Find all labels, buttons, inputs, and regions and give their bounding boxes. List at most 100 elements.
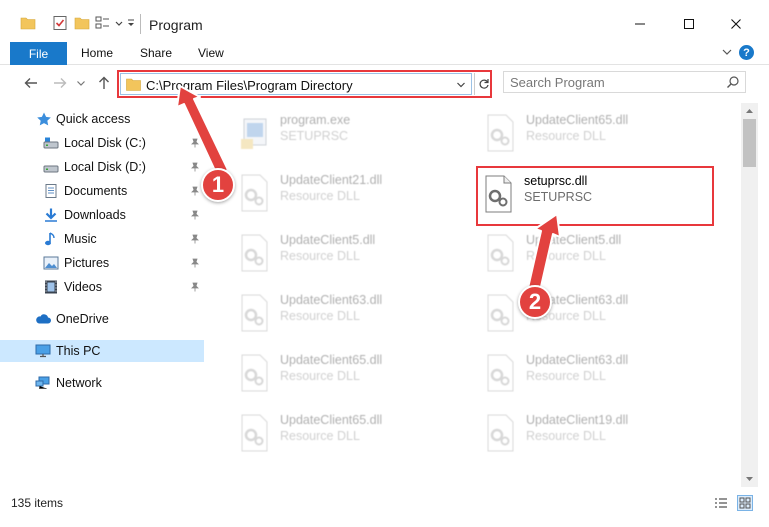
dll-file-icon	[241, 414, 268, 452]
chevron-down-icon[interactable]	[456, 80, 466, 90]
file-name: UpdateClient65.dll	[280, 413, 383, 427]
sidebar-item-this-pc[interactable]: This PC	[0, 340, 204, 362]
file-name: UpdateClient5.dll	[280, 233, 376, 247]
new-folder-icon[interactable]	[74, 15, 90, 31]
folder-icon[interactable]	[20, 15, 36, 31]
title-separator	[140, 14, 141, 34]
search-input[interactable]	[510, 74, 710, 90]
dll-file-icon	[241, 354, 268, 392]
dll-file-icon	[241, 174, 268, 212]
list-item[interactable]: UpdateClient63.dll Resource DLL	[478, 345, 718, 401]
view-options-icon[interactable]	[95, 15, 111, 31]
large-icons-view-icon	[739, 497, 751, 509]
sidebar-item-music[interactable]: Music	[0, 228, 204, 250]
file-description: Resource DLL	[280, 369, 360, 383]
forward-button[interactable]	[50, 73, 70, 93]
arrow-left-icon	[24, 78, 37, 88]
list-item[interactable]: UpdateClient5.dll Resource DLL	[478, 225, 718, 281]
pin-icon	[191, 258, 199, 268]
sidebar-item-label: This PC	[56, 344, 101, 358]
sidebar-item-label: Network	[56, 376, 102, 390]
list-item[interactable]: UpdateClient65.dll Resource DLL	[232, 405, 472, 461]
customize-toolbar-icon[interactable]	[126, 15, 136, 31]
file-description: SETUPRSC	[524, 190, 593, 204]
scroll-up-icon[interactable]	[745, 107, 754, 115]
tab-view[interactable]: View	[198, 46, 224, 60]
refresh-button[interactable]	[474, 73, 492, 95]
minimize-button[interactable]	[628, 12, 652, 36]
details-view-button[interactable]	[713, 495, 729, 511]
file-name: UpdateClient21.dll	[280, 173, 383, 187]
list-item[interactable]: UpdateClient21.dll Resource DLL	[232, 165, 472, 221]
file-name: UpdateClient65.dll	[526, 113, 629, 127]
file-description: Resource DLL	[526, 369, 606, 383]
tab-file[interactable]: File	[10, 42, 67, 65]
computer-icon	[35, 344, 51, 358]
search-box[interactable]	[503, 71, 746, 93]
dll-file-icon	[241, 234, 268, 272]
vertical-scrollbar[interactable]	[741, 103, 758, 487]
sidebar-item-network[interactable]: Network	[0, 372, 204, 394]
back-button[interactable]	[21, 73, 41, 93]
sidebar-item-label: Pictures	[64, 256, 110, 270]
sidebar-item-local-disk-c[interactable]: Local Disk (C:)	[0, 132, 204, 154]
list-item[interactable]: UpdateClient63.dll Resource DLL	[478, 285, 718, 341]
address-bar-highlight: C:\Program Files\Program Directory	[117, 70, 492, 98]
file-name: setuprsc.dll	[524, 174, 588, 188]
sidebar-item-downloads[interactable]: Downloads	[0, 204, 204, 226]
address-path[interactable]: C:\Program Files\Program Directory	[146, 78, 353, 93]
list-item[interactable]: UpdateClient65.dll Resource DLL	[478, 105, 718, 161]
properties-icon[interactable]	[52, 15, 68, 31]
file-description: Resource DLL	[526, 249, 606, 263]
maximize-icon	[684, 19, 694, 29]
scrollbar-thumb[interactable]	[743, 119, 756, 167]
list-item-setuprsc-dll[interactable]: setuprsc.dll SETUPRSC	[476, 166, 714, 226]
list-item[interactable]: UpdateClient5.dll Resource DLL	[232, 225, 472, 281]
sidebar-item-local-disk-d[interactable]: Local Disk (D:)	[0, 156, 204, 178]
address-bar[interactable]: C:\Program Files\Program Directory	[120, 73, 472, 95]
sidebar-item-onedrive[interactable]: OneDrive	[0, 308, 204, 330]
file-name: UpdateClient19.dll	[526, 413, 629, 427]
pin-icon	[191, 282, 199, 292]
step-1-badge: 1	[201, 168, 235, 202]
scroll-down-icon[interactable]	[745, 475, 754, 483]
dll-file-icon	[487, 354, 514, 392]
item-count: 135 items	[11, 496, 64, 510]
list-item[interactable]: UpdateClient65.dll Resource DLL	[232, 345, 472, 401]
navigation-pane: Quick access Local Disk (C:) Local Disk …	[0, 103, 206, 487]
large-icons-view-button[interactable]	[737, 495, 753, 511]
minimize-icon	[635, 23, 645, 25]
up-button[interactable]	[94, 73, 114, 93]
tab-share[interactable]: Share	[140, 46, 172, 60]
file-list: program.exe SETUPRSC UpdateClient65.dll …	[210, 103, 740, 487]
documents-icon	[45, 184, 57, 198]
window-title: Program	[149, 17, 203, 33]
recent-locations-button[interactable]	[74, 73, 88, 93]
sidebar-item-videos[interactable]: Videos	[0, 276, 204, 298]
sidebar-item-label: Quick access	[56, 112, 131, 126]
drive-icon	[43, 137, 59, 149]
tab-home[interactable]: Home	[81, 46, 113, 60]
sidebar-item-pictures[interactable]: Pictures	[0, 252, 204, 274]
list-item[interactable]: UpdateClient19.dll Resource DLL	[478, 405, 718, 461]
dll-file-icon	[241, 294, 268, 332]
search-icon[interactable]	[726, 75, 740, 89]
sidebar-item-documents[interactable]: Documents	[0, 180, 204, 202]
help-button[interactable]: ?	[739, 45, 754, 60]
file-name: program.exe	[280, 113, 351, 127]
dll-file-icon	[487, 294, 514, 332]
chevron-down-icon[interactable]	[114, 15, 124, 31]
network-icon	[35, 376, 50, 389]
file-description: SETUPRSC	[280, 129, 349, 143]
folder-icon	[126, 78, 141, 91]
maximize-button[interactable]	[677, 12, 701, 36]
list-item[interactable]: UpdateClient63.dll Resource DLL	[232, 285, 472, 341]
address-row: C:\Program Files\Program Directory	[0, 65, 769, 103]
pictures-icon	[43, 256, 59, 270]
pin-icon	[191, 234, 199, 244]
expand-ribbon-icon[interactable]	[721, 46, 733, 58]
close-button[interactable]	[724, 12, 748, 36]
sidebar-item-quick-access[interactable]: Quick access	[0, 108, 204, 130]
file-description: Resource DLL	[280, 249, 360, 263]
list-item[interactable]: program.exe SETUPRSC	[232, 105, 472, 161]
